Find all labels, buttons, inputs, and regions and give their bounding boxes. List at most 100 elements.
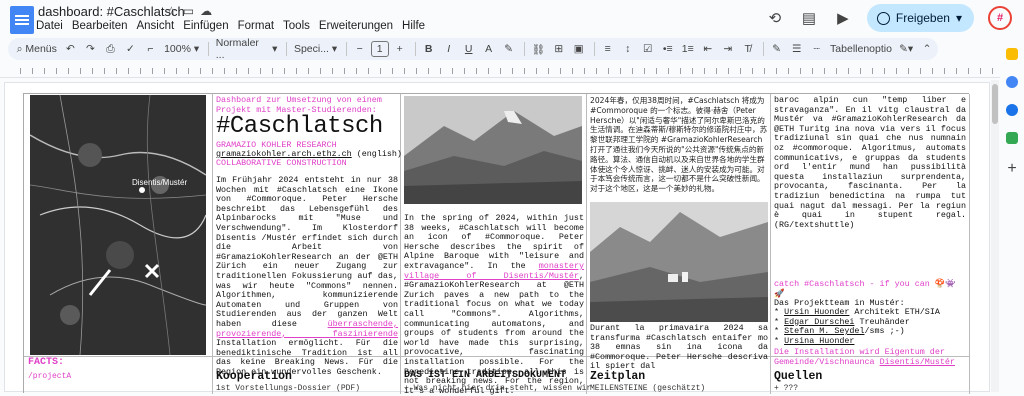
ruler-tick bbox=[356, 68, 357, 74]
link-icon[interactable]: ⛓ bbox=[529, 40, 548, 58]
ruler-tick bbox=[224, 68, 225, 74]
ruler[interactable] bbox=[0, 64, 1000, 78]
print-icon[interactable]: ⎙ bbox=[101, 40, 119, 58]
clear-format-icon[interactable]: T̸ bbox=[739, 40, 757, 58]
menu-format[interactable]: Format bbox=[238, 20, 274, 32]
border-dash-icon[interactable]: ┈ bbox=[808, 40, 826, 58]
font-size-increase-icon[interactable]: + bbox=[391, 40, 409, 58]
menu-erweiterungen[interactable]: Erweiterungen bbox=[319, 20, 393, 32]
document-page[interactable]: Disentis/Mustér FACTS: /projectA Dashboa… bbox=[4, 82, 990, 395]
document-title[interactable]: dashboard: #Caschlatsch bbox=[38, 4, 185, 19]
table-options-label: Tabellenoptio bbox=[830, 43, 892, 55]
scrollbar-thumb[interactable] bbox=[992, 84, 998, 124]
text-color-icon[interactable]: A bbox=[480, 40, 498, 58]
menu-einfuegen[interactable]: Einfügen bbox=[183, 20, 228, 32]
numbered-list-icon[interactable]: 1≡ bbox=[679, 40, 697, 58]
body-de-a: Im Frühjahr 2024 entsteht in nur 38 Woch… bbox=[216, 175, 398, 329]
highlight-icon[interactable]: ✎ bbox=[500, 40, 518, 58]
share-button[interactable]: Freigeben ▾ bbox=[866, 4, 974, 32]
indent-decrease-icon[interactable]: ⇤ bbox=[699, 40, 717, 58]
keep-icon[interactable] bbox=[1006, 48, 1018, 60]
ruler-tick bbox=[380, 68, 381, 74]
tasks-icon[interactable] bbox=[1006, 76, 1018, 88]
team-member-name[interactable]: Edgar Durschei bbox=[784, 317, 854, 327]
ruler-tick bbox=[476, 68, 477, 74]
valley-photo-graphic bbox=[590, 202, 768, 322]
table-options-button[interactable]: Tabellenoptio bbox=[828, 40, 895, 58]
ruler-tick bbox=[824, 68, 825, 74]
project-title: #Caschlatsch bbox=[216, 113, 383, 140]
ruler-tick bbox=[584, 68, 585, 74]
style-select[interactable]: Normaler ... ▾ bbox=[213, 37, 281, 61]
ruler-tick bbox=[104, 68, 105, 74]
bold-icon[interactable]: B bbox=[420, 40, 438, 58]
menu-ansicht[interactable]: Ansicht bbox=[136, 20, 174, 32]
edit-mode-icon[interactable]: ✎▾ bbox=[896, 40, 916, 58]
zoom-select[interactable]: 100% ▾ bbox=[161, 40, 201, 58]
line-spacing-icon[interactable]: ↕ bbox=[619, 40, 637, 58]
move-folder-icon[interactable]: ▭ bbox=[183, 4, 200, 18]
ruler-tick bbox=[164, 68, 165, 74]
menu-datei[interactable]: Datei bbox=[36, 20, 63, 32]
team-member-name[interactable]: Ursin Huonder bbox=[784, 307, 849, 317]
video-call-icon[interactable]: ▶ bbox=[833, 8, 853, 28]
org-url-suffix: (english) bbox=[351, 149, 402, 159]
font-select[interactable]: Speci... ▾ bbox=[291, 40, 339, 58]
comment-icon[interactable]: ⊞ bbox=[550, 40, 568, 58]
undo-icon[interactable]: ↶ bbox=[61, 40, 79, 58]
team-member: * Ursina Huonder bbox=[774, 335, 855, 346]
align-icon[interactable]: ≡ bbox=[599, 40, 617, 58]
team-member-name[interactable]: Ursina Huonder bbox=[784, 336, 854, 346]
redo-icon[interactable]: ↷ bbox=[81, 40, 99, 58]
ruler-tick bbox=[452, 68, 453, 74]
share-label: Freigeben bbox=[895, 11, 950, 25]
ruler-tick bbox=[632, 68, 633, 74]
ruler-tick bbox=[896, 68, 897, 74]
checklist-icon[interactable]: ☑ bbox=[639, 40, 657, 58]
vertical-scrollbar[interactable] bbox=[991, 80, 999, 392]
ruler-tick bbox=[464, 68, 465, 74]
ruler-tick bbox=[908, 68, 909, 74]
add-addon-icon[interactable]: + bbox=[1007, 160, 1016, 178]
star-icon[interactable]: ☆ bbox=[166, 4, 183, 18]
body-zh: 2024年春，仅用38周时间，#Caschlatsch 将成为 #Commoro… bbox=[590, 96, 768, 194]
bullet-list-icon[interactable]: •≡ bbox=[659, 40, 677, 58]
docs-logo-icon[interactable] bbox=[10, 6, 34, 34]
contacts-icon[interactable] bbox=[1006, 104, 1018, 116]
ruler-tick bbox=[848, 68, 849, 74]
underline-icon[interactable]: U bbox=[460, 40, 478, 58]
avatar[interactable]: # bbox=[988, 6, 1012, 30]
menu-bearbeiten[interactable]: Bearbeiten bbox=[72, 20, 128, 32]
title-bar: dashboard: #Caschlatsch ☆▭☁ Datei Bearbe… bbox=[0, 0, 1024, 36]
image-icon[interactable]: ▣ bbox=[570, 40, 588, 58]
ruler-tick bbox=[644, 68, 645, 74]
border-width-icon[interactable]: ☰ bbox=[788, 40, 806, 58]
paint-format-icon[interactable]: ⌐ bbox=[141, 40, 159, 58]
cloud-status-icon[interactable]: ☁ bbox=[200, 4, 218, 18]
menu-hilfe[interactable]: Hilfe bbox=[402, 20, 425, 32]
collapse-toolbar-icon[interactable]: ⌃ bbox=[918, 40, 936, 58]
ruler-tick bbox=[416, 68, 417, 74]
ruler-tick bbox=[776, 68, 777, 74]
italic-icon[interactable]: I bbox=[440, 40, 458, 58]
font-size-input[interactable]: 1 bbox=[370, 41, 389, 57]
ruler-tick bbox=[860, 68, 861, 74]
menu-tools[interactable]: Tools bbox=[283, 20, 310, 32]
maps-icon[interactable] bbox=[1006, 132, 1018, 144]
comments-icon[interactable]: ▤ bbox=[799, 8, 819, 28]
team-list: * Ursin Huonder Architekt ETH/SIA * Edga… bbox=[774, 307, 966, 346]
border-color-icon[interactable]: ✎ bbox=[768, 40, 786, 58]
history-icon[interactable]: ⟲ bbox=[765, 8, 785, 28]
team-member-name[interactable]: Stefan M. Seydel bbox=[784, 326, 864, 336]
ruler-tick bbox=[992, 68, 993, 74]
document-canvas: Disentis/Mustér FACTS: /projectA Dashboa… bbox=[0, 78, 1000, 395]
globe-icon bbox=[876, 11, 890, 25]
indent-increase-icon[interactable]: ⇥ bbox=[719, 40, 737, 58]
font-size-decrease-icon[interactable]: − bbox=[351, 40, 369, 58]
search-menus-label: Menüs bbox=[25, 43, 57, 55]
search-menus-button[interactable]: ⌕ Menüs bbox=[14, 40, 59, 58]
spellcheck-icon[interactable]: ✓ bbox=[121, 40, 139, 58]
ruler-tick bbox=[188, 68, 189, 74]
ruler-tick bbox=[116, 68, 117, 74]
owner-link[interactable]: Disentis/Mustér bbox=[880, 357, 955, 367]
